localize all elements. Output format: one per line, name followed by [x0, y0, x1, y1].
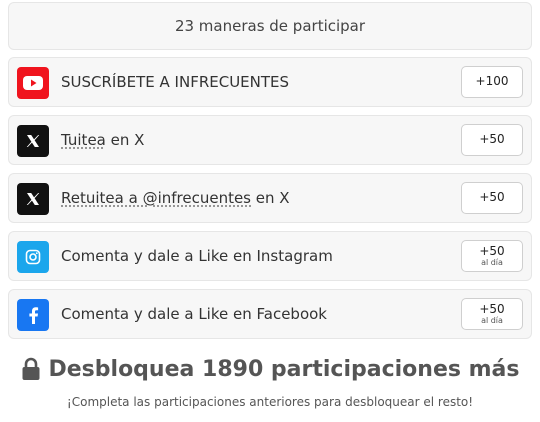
- entry-label-text: en X: [105, 131, 145, 149]
- unlock-heading: Desbloquea 1890 participaciones más: [0, 352, 540, 386]
- x-icon: [17, 183, 49, 215]
- entry-tweet-x[interactable]: Tuitea en X +50: [8, 115, 532, 165]
- entry-methods-header: 23 maneras de participar: [8, 2, 532, 50]
- entry-label: SUSCRÍBETE A INFRECUENTES: [61, 58, 289, 106]
- points-value: +50: [479, 132, 505, 147]
- points-value: +50: [479, 243, 505, 258]
- entry-label-text: Comenta y dale a Like en Facebook: [61, 305, 327, 323]
- points-value: +100: [475, 74, 509, 89]
- entry-youtube-subscribe[interactable]: SUSCRÍBETE A INFRECUENTES +100: [8, 57, 532, 107]
- entry-retweet-x[interactable]: Retuitea a @infrecuentes en X +50: [8, 173, 532, 223]
- entry-label-text: en X: [251, 189, 290, 207]
- entry-label-link[interactable]: Tuitea: [61, 131, 106, 149]
- points-button[interactable]: +50 al día: [461, 298, 523, 330]
- unlock-hint: ¡Completa las participaciones anteriores…: [0, 392, 540, 412]
- entry-label-text: SUSCRÍBETE A INFRECUENTES: [61, 73, 290, 91]
- points-button[interactable]: +50: [461, 182, 523, 214]
- entry-methods-title: 23 maneras de participar: [174, 17, 366, 35]
- unlock-hint-text: ¡Completa las participaciones anteriores…: [66, 395, 474, 409]
- entry-label: Comenta y dale a Like en Instagram: [61, 232, 333, 280]
- unlock-text: Desbloquea 1890 participaciones más: [48, 356, 520, 382]
- instagram-icon: [17, 241, 49, 273]
- x-icon: [17, 125, 49, 157]
- entry-label-text: Comenta y dale a Like en Instagram: [61, 247, 333, 265]
- facebook-icon: [17, 299, 49, 331]
- points-button[interactable]: +50: [461, 124, 523, 156]
- points-value: +50: [479, 301, 505, 316]
- points-frequency: al día: [481, 257, 503, 267]
- entry-label: Comenta y dale a Like en Facebook: [61, 290, 327, 338]
- points-frequency: al día: [481, 315, 503, 325]
- points-value: +50: [479, 190, 505, 205]
- entry-facebook-comment[interactable]: Comenta y dale a Like en Facebook +50 al…: [8, 289, 532, 339]
- points-button[interactable]: +100: [461, 66, 523, 98]
- lock-icon: [21, 357, 41, 381]
- youtube-icon: [17, 67, 49, 99]
- entry-label: Tuitea en X: [61, 116, 144, 164]
- entry-instagram-comment[interactable]: Comenta y dale a Like en Instagram +50 a…: [8, 231, 532, 281]
- entry-label: Retuitea a @infrecuentes en X: [61, 174, 290, 222]
- entry-label-link[interactable]: Retuitea a @infrecuentes: [61, 189, 251, 207]
- points-button[interactable]: +50 al día: [461, 240, 523, 272]
